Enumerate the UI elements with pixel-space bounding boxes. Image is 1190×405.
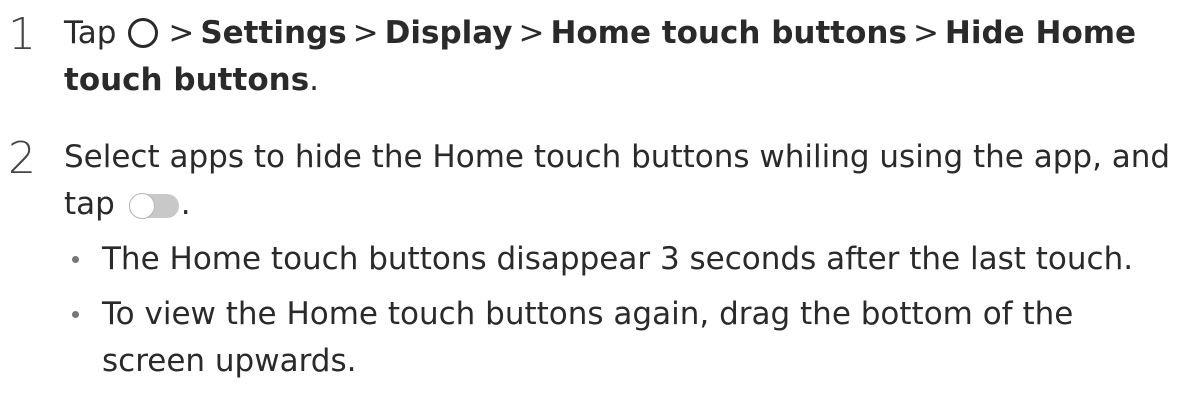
bullet-dot <box>72 256 79 263</box>
toggle-switch-icon <box>128 193 179 219</box>
path-settings: Settings <box>200 15 347 51</box>
path-home-touch-buttons: Home touch buttons <box>550 15 907 51</box>
toggle-knob <box>128 193 155 219</box>
path-separator: > <box>352 15 379 51</box>
step-text: Tap > Settings > Display > Home touch buttons… <box>64 10 1180 104</box>
note-list: The Home touch buttons disappear 3 secon… <box>68 236 1180 393</box>
step-end: . <box>309 62 319 98</box>
list-item: To view the Home touch buttons again, dr… <box>68 291 1180 385</box>
path-separator: > <box>168 15 195 51</box>
list-item: The Home touch buttons disappear 3 secon… <box>68 236 1180 283</box>
path-separator: > <box>912 15 939 51</box>
path-display: Display <box>384 15 513 51</box>
step-end: . <box>180 186 191 222</box>
step-text: Select apps to hide the Home touch butto… <box>64 134 1180 228</box>
step-instruction: Select apps to hide the Home touch butto… <box>64 139 1171 222</box>
step-number: 2 <box>8 133 36 184</box>
path-separator: > <box>518 15 545 51</box>
instruction-page: 1 Tap > Settings > Display > Home touch butto… <box>0 0 1190 405</box>
step-number: 1 <box>8 9 36 60</box>
bullet-dot <box>72 311 79 318</box>
home-circle-icon <box>128 18 159 48</box>
note-text: The Home touch buttons disappear 3 secon… <box>102 241 1134 277</box>
step-intro: Tap <box>64 15 117 51</box>
note-text: To view the Home touch buttons again, dr… <box>102 296 1074 379</box>
